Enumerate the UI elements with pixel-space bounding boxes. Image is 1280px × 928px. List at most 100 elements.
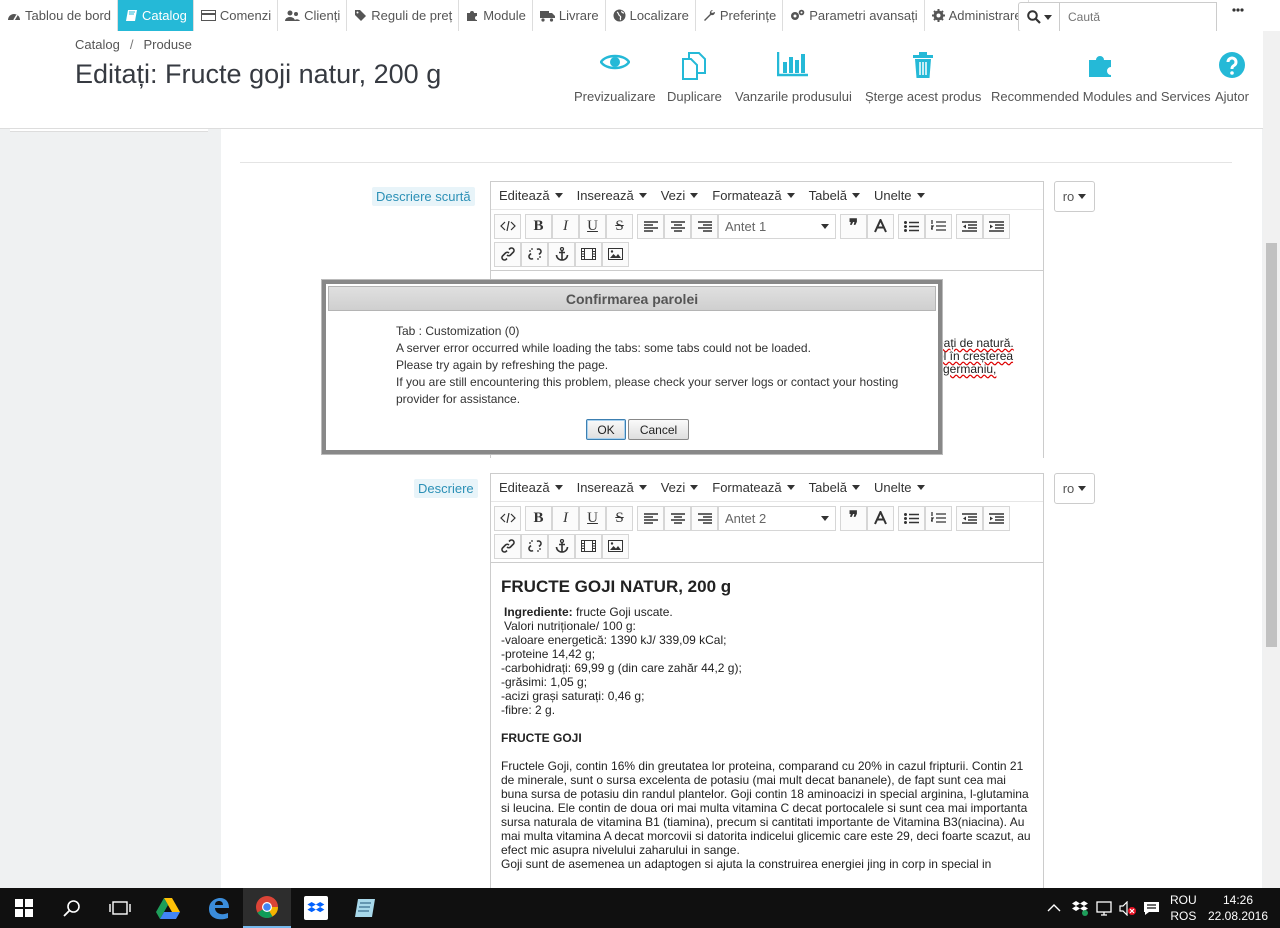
align-right-button[interactable]: [691, 505, 718, 531]
cancel-button[interactable]: Cancel: [628, 419, 689, 440]
insert-link-button[interactable]: [494, 533, 521, 559]
bullet-list-button[interactable]: [898, 213, 925, 239]
nav-customers[interactable]: Clienți: [278, 0, 348, 31]
nav-dashboard[interactable]: Tablou de bord: [0, 0, 119, 31]
heading-select[interactable]: Antet 2: [718, 505, 836, 531]
gear-icon: [931, 9, 945, 22]
input-language-indicator[interactable]: ROU ROS: [1170, 888, 1197, 928]
insert-link-button[interactable]: [494, 241, 521, 267]
preview-button[interactable]: Previzualizare: [574, 51, 656, 104]
nav-price-rules[interactable]: Reguli de preț: [347, 0, 460, 31]
nav-advanced-parameters[interactable]: Parametri avansați: [783, 0, 925, 31]
numbered-list-button[interactable]: [925, 213, 952, 239]
nav-catalog[interactable]: Catalog: [118, 0, 194, 31]
blockquote-button[interactable]: ❞: [840, 213, 867, 239]
anchor-button[interactable]: [548, 533, 575, 559]
align-left-button[interactable]: [637, 213, 664, 239]
menu-view[interactable]: Vezi: [661, 188, 699, 203]
nav-administration[interactable]: Administrare: [925, 0, 1029, 31]
insert-media-button[interactable]: [575, 241, 602, 267]
taskbar-search-button[interactable]: [48, 888, 96, 928]
align-left-button[interactable]: [637, 505, 664, 531]
search-type-button[interactable]: [1018, 2, 1059, 32]
taskbar-app-google-drive[interactable]: [144, 888, 192, 928]
nav-localization[interactable]: Localizare: [606, 0, 696, 31]
source-code-button[interactable]: [494, 505, 521, 531]
duplicate-button[interactable]: Duplicare: [667, 51, 722, 104]
page-scrollbar[interactable]: [1263, 31, 1280, 888]
remove-link-button[interactable]: [521, 533, 548, 559]
menu-edit[interactable]: Editează: [499, 188, 563, 203]
remove-link-button[interactable]: [521, 241, 548, 267]
search-input[interactable]: [1059, 2, 1217, 32]
strikethrough-button[interactable]: S: [606, 505, 633, 531]
bullet-list-button[interactable]: [898, 505, 925, 531]
menu-tools[interactable]: Unelte: [874, 188, 925, 203]
nav-preferences[interactable]: Preferințe: [696, 0, 784, 31]
align-right-button[interactable]: [691, 213, 718, 239]
outdent-button[interactable]: [956, 213, 983, 239]
menu-format[interactable]: Formatează: [712, 188, 795, 203]
menu-insert[interactable]: Inserează: [577, 188, 647, 203]
anchor-icon: [555, 539, 568, 553]
blockquote-button[interactable]: ❞: [840, 505, 867, 531]
insert-image-button[interactable]: [602, 241, 629, 267]
start-button[interactable]: [0, 888, 48, 928]
taskbar-clock[interactable]: 14:26 22.08.2016: [1208, 888, 1268, 928]
insert-image-button[interactable]: [602, 533, 629, 559]
recommended-modules-button[interactable]: Recommended Modules and Services: [991, 51, 1211, 104]
nav-modules[interactable]: Module: [459, 0, 533, 31]
ok-button[interactable]: OK: [586, 419, 626, 440]
indent-button[interactable]: [983, 505, 1010, 531]
menu-view[interactable]: Vezi: [661, 480, 699, 495]
product-sales-button[interactable]: Vanzarile produsului: [735, 51, 852, 104]
more-menu-button[interactable]: [1232, 8, 1244, 12]
menu-insert[interactable]: Inserează: [577, 480, 647, 495]
task-view-button[interactable]: [96, 888, 144, 928]
bold-button[interactable]: B: [525, 213, 552, 239]
menu-format[interactable]: Formatează: [712, 480, 795, 495]
taskbar-app-edge[interactable]: [194, 888, 242, 928]
taskbar-app-chrome[interactable]: [243, 888, 291, 928]
show-hidden-icons-button[interactable]: [1047, 888, 1061, 928]
heading-select[interactable]: Antet 1: [718, 213, 836, 239]
description-language-select[interactable]: ro: [1054, 473, 1095, 504]
italic-button[interactable]: I: [552, 213, 579, 239]
outdent-button[interactable]: [956, 505, 983, 531]
source-code-button[interactable]: [494, 213, 521, 239]
insert-media-button[interactable]: [575, 533, 602, 559]
menu-label: Tabelă: [808, 188, 847, 203]
short-description-language-select[interactable]: ro: [1054, 181, 1095, 212]
align-center-button[interactable]: [664, 213, 691, 239]
underline-button[interactable]: U: [579, 505, 606, 531]
tray-volume-icon[interactable]: [1119, 888, 1137, 928]
anchor-button[interactable]: [548, 241, 575, 267]
taskbar-app-dropbox[interactable]: [292, 888, 340, 928]
description-content[interactable]: FRUCTE GOJI NATUR, 200 g Ingrediente: fr…: [491, 562, 1043, 888]
text-color-button[interactable]: [867, 505, 894, 531]
align-center-icon: [670, 220, 685, 232]
scrollbar-thumb[interactable]: [1266, 243, 1277, 647]
nav-orders[interactable]: Comenzi: [194, 0, 279, 31]
help-button[interactable]: Ajutor: [1215, 51, 1249, 104]
taskbar-app-notepad[interactable]: [341, 888, 389, 928]
menu-table[interactable]: Tabelă: [809, 188, 860, 203]
align-center-button[interactable]: [664, 505, 691, 531]
italic-button[interactable]: I: [552, 505, 579, 531]
tray-notifications-icon[interactable]: [1143, 888, 1160, 928]
underline-button[interactable]: U: [579, 213, 606, 239]
strikethrough-button[interactable]: S: [606, 213, 633, 239]
menu-edit[interactable]: Editează: [499, 480, 563, 495]
nav-shipping[interactable]: Livrare: [533, 0, 606, 31]
breadcrumb-catalog[interactable]: Catalog: [75, 37, 120, 52]
breadcrumb-products[interactable]: Produse: [143, 37, 191, 52]
indent-button[interactable]: [983, 213, 1010, 239]
delete-product-button[interactable]: Șterge acest produs: [865, 51, 981, 104]
numbered-list-button[interactable]: [925, 505, 952, 531]
text-color-button[interactable]: [867, 213, 894, 239]
tray-network-icon[interactable]: [1096, 888, 1114, 928]
menu-table[interactable]: Tabelă: [809, 480, 860, 495]
menu-tools[interactable]: Unelte: [874, 480, 925, 495]
bold-button[interactable]: B: [525, 505, 552, 531]
tray-dropbox-icon[interactable]: [1071, 888, 1089, 928]
